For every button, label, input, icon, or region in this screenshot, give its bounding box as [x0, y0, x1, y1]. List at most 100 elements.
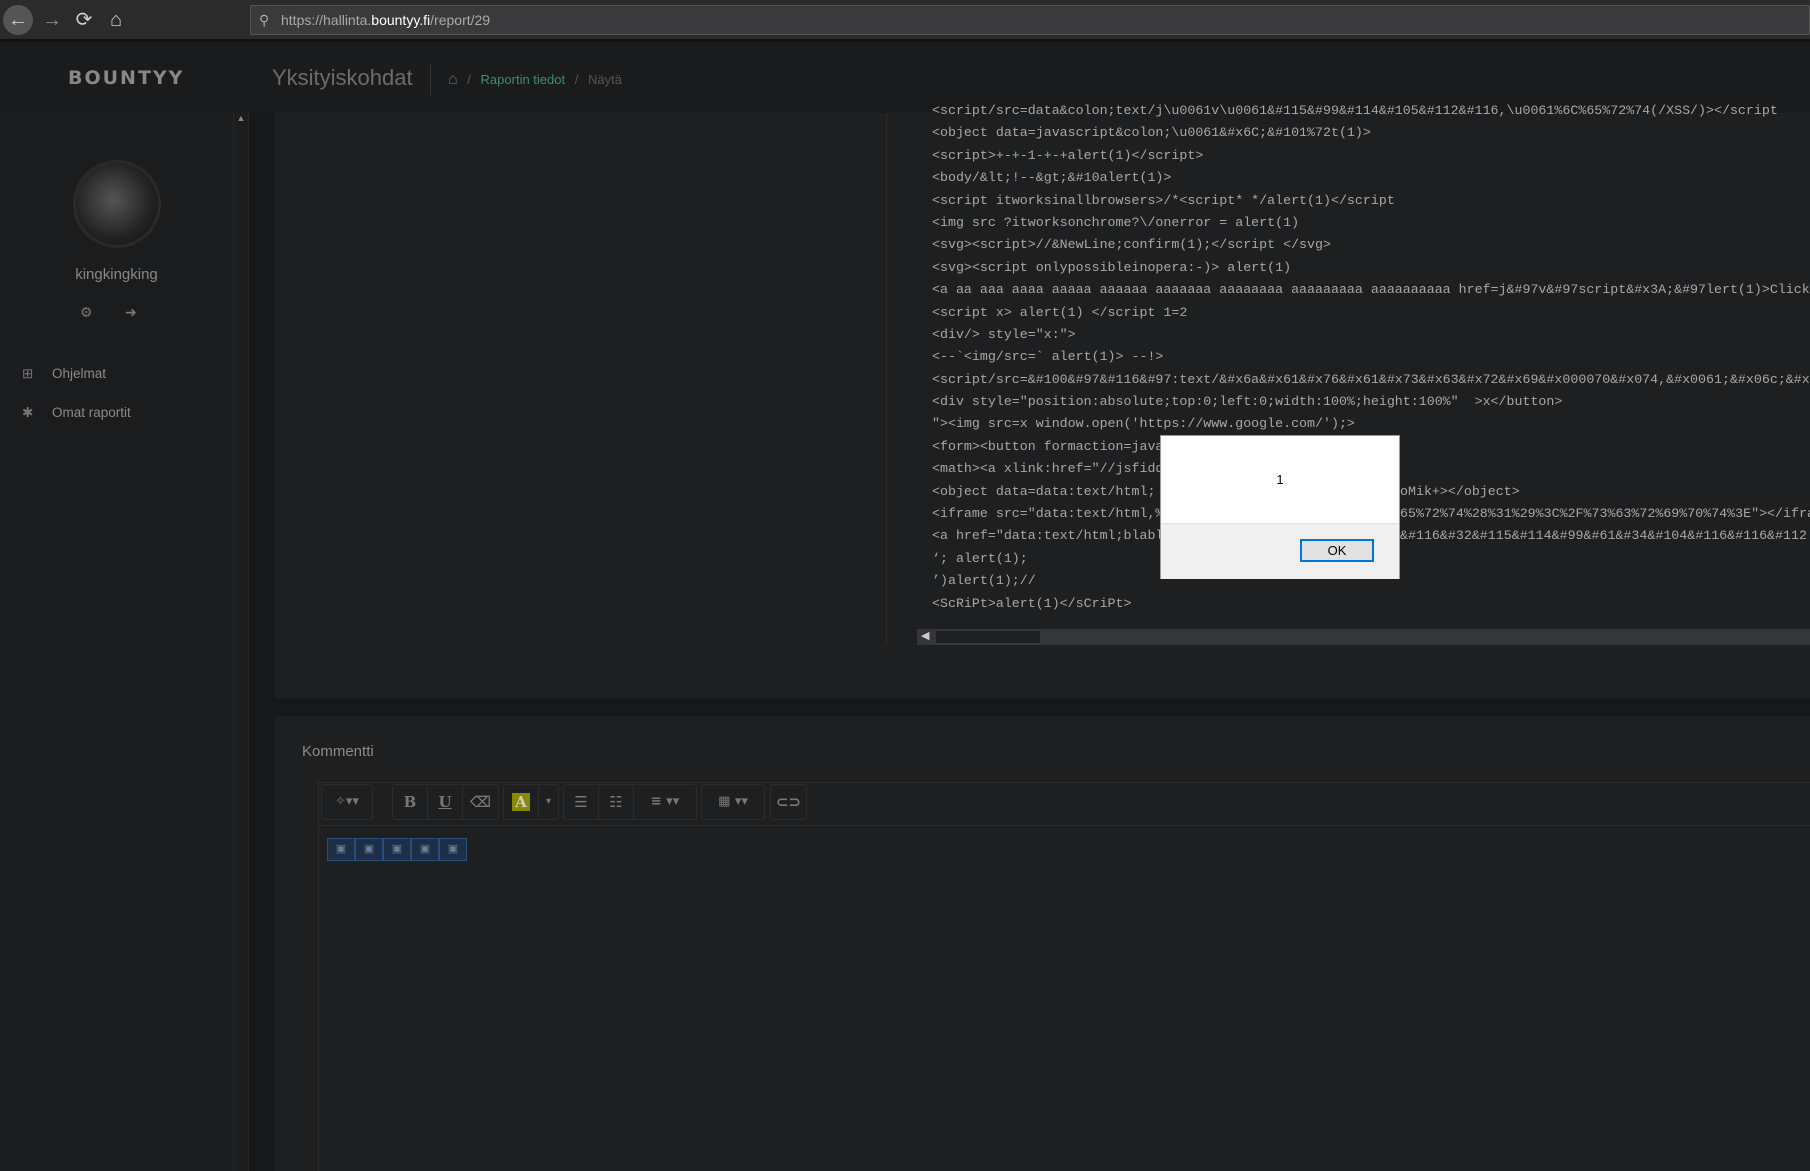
ok-button[interactable]: OK: [1300, 539, 1374, 562]
sidebar-item-omat-raportit[interactable]: ✱ Omat raportit: [22, 405, 131, 421]
code-text: ‘; alert(1);: [932, 550, 1028, 566]
code-text: <svg><script>//&NewLine;confirm(1);</scr…: [932, 237, 1331, 253]
logout-icon[interactable]: ➜: [125, 304, 137, 321]
code-line: <script x> alert(1) </script 1=2: [917, 302, 1810, 324]
address-bar[interactable]: ⚲ https://hallinta.bountyy.fi/report/29: [250, 5, 1810, 35]
logo[interactable]: BOUNTYY: [68, 67, 184, 89]
code-line: <--`<img/src=` alert(1)> --!>: [917, 346, 1810, 368]
broken-image-icon[interactable]: ▣: [411, 838, 439, 861]
code-text: <iframe src="data:text/html,%: [932, 506, 1164, 522]
code-line: <script/src=&#100&#97&#116&#97:text/&#x6…: [917, 369, 1810, 391]
breadcrumb-report-details[interactable]: Raportin tiedot: [481, 72, 566, 87]
code-text: <form><button formaction=java: [932, 438, 1164, 454]
magic-wand-icon[interactable]: ✧▾▾: [322, 785, 372, 819]
search-icon: ⚲: [259, 12, 270, 28]
broken-image-icon[interactable]: ▣: [439, 838, 467, 861]
color-group: A ▾: [503, 784, 559, 820]
code-text-right: &#116&#32&#115&#114&#99&#61&#34&#104&#11…: [1400, 528, 1807, 544]
sidebar-item-label: Omat raportit: [52, 405, 131, 420]
alert-footer: OK: [1161, 523, 1399, 579]
code-text: <a href="data:text/html;blabl: [932, 528, 1164, 544]
sidebar-item-label: Ohjelmat: [52, 366, 107, 381]
url-path: /report/29: [430, 12, 491, 28]
code-line: <script itworksinallbrowsers>/*<script* …: [917, 190, 1810, 212]
horizontal-scrollbar[interactable]: ◀: [917, 629, 1810, 645]
code-text: <script/src=&#100&#97&#116&#97:text/&#x6…: [932, 371, 1810, 387]
scroll-left-icon[interactable]: ◀: [921, 629, 929, 642]
chevron-down-icon[interactable]: ▾: [539, 785, 558, 819]
code-text-right: 65%72%74%28%31%29%3C%2F%73%63%72%69%70%7…: [1400, 506, 1810, 522]
code-text: "><img src=x window.open('https://www.go…: [932, 416, 1355, 432]
table-icon[interactable]: ▦ ▾▾: [702, 785, 764, 819]
code-line: <a aa aaa aaaa aaaaa aaaaaa aaaaaaa aaaa…: [917, 279, 1810, 301]
underline-button[interactable]: U: [428, 785, 463, 819]
link-group: ⊂⊃: [770, 784, 807, 820]
forward-button[interactable]: →: [37, 5, 67, 35]
code-text: <math><a xlink:href="//jsfidd: [932, 461, 1164, 477]
sidebar-item-ohjelmat[interactable]: ⊞ Ohjelmat: [22, 366, 106, 382]
page-title: Yksityiskohdat: [272, 65, 413, 90]
broken-image-icon[interactable]: ▣: [355, 838, 383, 861]
sidebar-scrollbar[interactable]: ▲: [233, 113, 249, 1171]
align-icon[interactable]: ≡ ▾▾: [634, 785, 696, 819]
code-line: <div style="position:absolute;top:0;left…: [917, 391, 1810, 413]
home-icon[interactable]: ⌂: [448, 71, 458, 88]
code-text: <ScRiPt>alert(1)</sCriPt>: [932, 595, 1132, 611]
breadcrumb: ⌂ / Raportin tiedot / Näytä: [448, 71, 622, 89]
code-text: <object data=data:text/html;: [932, 483, 1156, 499]
code-text: <script>+-+-1-+-+alert(1)</script>: [932, 147, 1204, 163]
scroll-up-icon[interactable]: ▲: [234, 113, 248, 123]
broken-image-icon[interactable]: ▣: [327, 838, 355, 861]
url-domain: bountyy.fi: [371, 12, 431, 28]
breadcrumb-separator: /: [574, 72, 579, 87]
divider: [886, 113, 887, 645]
divider: [430, 63, 431, 95]
bullet-list-icon[interactable]: ☰: [564, 785, 599, 819]
code-line: <script/src=data&colon;text/j\u0061v\u00…: [917, 100, 1810, 122]
divider: [319, 825, 1810, 826]
code-text: <svg><script onlypossibleinopera:-)> ale…: [932, 259, 1292, 275]
breadcrumb-separator: /: [467, 72, 471, 87]
scrollbar-thumb[interactable]: [936, 631, 1040, 643]
table-group: ▦ ▾▾: [701, 784, 765, 820]
home-button[interactable]: ⌂: [101, 5, 131, 35]
breadcrumb-current: Näytä: [587, 72, 622, 87]
comment-label: Kommentti: [302, 743, 374, 760]
color-swatch: A: [512, 793, 530, 811]
url-prefix: https://hallinta.: [281, 12, 372, 28]
style-group: ✧▾▾: [321, 784, 373, 820]
code-text: <div/> style="x:">: [932, 326, 1076, 342]
code-text-right: oMik+></object>: [1400, 483, 1520, 499]
sitemap-icon: ⊞: [22, 366, 34, 381]
gear-icon[interactable]: ⚙: [80, 304, 93, 321]
reload-button[interactable]: ⟳: [69, 5, 99, 35]
code-line: <img src ?itworksonchrome?\/onerror = al…: [917, 212, 1810, 234]
code-line: <body/&lt;!--&gt;&#10alert(1)>: [917, 167, 1810, 189]
font-style-group: B U ⌫: [392, 784, 499, 820]
text-color-button[interactable]: A: [504, 785, 539, 819]
alert-dialog: 1 OK: [1160, 435, 1400, 579]
back-button[interactable]: ←: [3, 5, 33, 35]
username: kingkingking: [75, 266, 158, 283]
code-line: <object data=javascript&colon;\u0061&#x6…: [917, 122, 1810, 144]
broken-image-icon[interactable]: ▣: [383, 838, 411, 861]
code-text: <script x> alert(1) </script 1=2: [932, 304, 1188, 320]
bug-icon: ✱: [22, 405, 34, 420]
code-text: <body/&lt;!--&gt;&#10alert(1)>: [932, 170, 1172, 186]
link-icon[interactable]: ⊂⊃: [771, 785, 806, 819]
comment-editor[interactable]: [318, 782, 1810, 1171]
browser-toolbar: ← → ⟳ ⌂ ⚲ https://hallinta.bountyy.fi/re…: [0, 0, 1810, 41]
code-text: <div style="position:absolute;top:0;left…: [932, 394, 1563, 410]
code-line: <ScRiPt>alert(1)</sCriPt>: [917, 593, 1810, 615]
code-text: <script itworksinallbrowsers>/*<script* …: [932, 192, 1395, 208]
alert-message: 1: [1276, 472, 1284, 487]
code-text: <img src ?itworksonchrome?\/onerror = al…: [932, 214, 1300, 230]
code-line: <svg><script onlypossibleinopera:-)> ale…: [917, 257, 1810, 279]
bold-button[interactable]: B: [393, 785, 428, 819]
code-line: <script>+-+-1-+-+alert(1)</script>: [917, 145, 1810, 167]
numbered-list-icon[interactable]: ☷: [599, 785, 634, 819]
eraser-icon[interactable]: ⌫: [463, 785, 498, 819]
code-text: <a aa aaa aaaa aaaaa aaaaaa aaaaaaa aaaa…: [932, 282, 1810, 298]
code-line: "><img src=x window.open('https://www.go…: [917, 413, 1810, 435]
code-text: ’)alert(1);//: [932, 573, 1036, 589]
